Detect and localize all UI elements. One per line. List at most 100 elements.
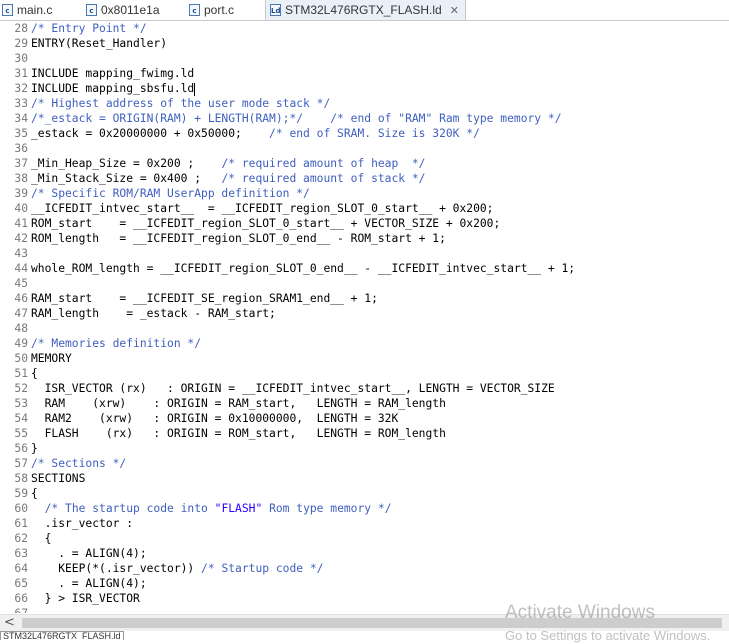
horizontal-scrollbar[interactable]: <	[0, 614, 729, 632]
code-text: _Min_Stack_Size = 0x400 ; /* required am…	[31, 171, 425, 186]
line-number: 39	[14, 187, 28, 200]
tab-label: port.c	[204, 3, 235, 17]
tab-label: 0x8011e1a	[101, 3, 160, 17]
line-number: 50	[14, 352, 28, 365]
line-number: 57	[14, 457, 28, 470]
code-comment: /* The startup code into	[44, 502, 215, 515]
bottom-editor-tab[interactable]: STM32L476RGTX_FLASH.ld	[0, 631, 124, 640]
c-file-icon: c	[2, 4, 13, 16]
editor-tab-bar: c main.c c 0x8011e1a c port.c Ld STM32L4…	[0, 0, 729, 21]
code-token: INCLUDE mapping_sbsfu.ld	[31, 82, 195, 95]
code-token: INCLUDE mapping_fwimg.ld	[31, 67, 195, 80]
code-comment: Rom type memory */	[262, 502, 392, 515]
line-number: 53	[14, 397, 28, 410]
code-token: RAM_start = __ICFEDIT_SE_region_SRAM1_en…	[31, 292, 378, 305]
tab-0x8011e1a[interactable]: c 0x8011e1a	[86, 0, 160, 20]
code-text: KEEP(*(.isr_vector)) /* Startup code */	[31, 561, 323, 576]
tab-label: main.c	[17, 3, 53, 17]
scroll-left-icon[interactable]: <	[4, 615, 15, 631]
code-token: } > ISR_VECTOR	[31, 592, 140, 605]
code-text: __ICFEDIT_intvec_start__ = __ICFEDIT_reg…	[31, 201, 494, 216]
c-file-icon: c	[189, 4, 200, 16]
line-number: 55	[14, 427, 28, 440]
scrollbar-thumb[interactable]	[22, 618, 722, 628]
tab-port-c[interactable]: c port.c	[189, 0, 234, 20]
code-token: SECTIONS	[31, 472, 86, 485]
line-number: 44	[14, 262, 28, 275]
tab-stm32l476rgtx-flash-ld[interactable]: Ld STM32L476RGTX_FLASH.ld ✕	[265, 0, 466, 20]
code-comment: /* required amount of heap */	[221, 157, 426, 170]
bottom-tab-strip: STM32L476RGTX_FLASH.ld	[0, 631, 729, 640]
code-comment: /* Sections */	[31, 457, 127, 470]
line-number: 42	[14, 232, 28, 245]
code-text: {	[31, 366, 38, 381]
line-number: 29	[14, 37, 28, 50]
code-comment: /* Startup code */	[201, 562, 324, 575]
line-number: 51	[14, 367, 28, 380]
code-text: }	[31, 441, 38, 456]
code-token: _Min_Stack_Size = 0x400 ;	[31, 172, 222, 185]
code-text: {	[31, 486, 38, 501]
code-token: ROM_length = __ICFEDIT_region_SLOT_0_end…	[31, 232, 446, 245]
code-token: FLASH (rx) : ORIGIN = ROM_start, LENGTH …	[31, 427, 446, 440]
code-token: .isr_vector :	[31, 517, 134, 530]
line-number: 60	[14, 502, 28, 515]
code-text: . = ALIGN(4);	[31, 576, 147, 591]
line-number: 61	[14, 517, 28, 530]
code-text: SECTIONS	[31, 471, 85, 486]
code-string: "FLASH"	[214, 502, 263, 515]
code-text: INCLUDE mapping_sbsfu.ld	[31, 81, 196, 96]
line-number: 38	[14, 172, 28, 185]
code-token: KEEP(*(.isr_vector))	[31, 562, 202, 575]
code-comment: /*_estack = ORIGIN(RAM) + LENGTH(RAM);*/…	[31, 112, 562, 125]
code-text: {	[31, 531, 52, 546]
line-number: 31	[14, 67, 28, 80]
line-number: 34	[14, 112, 28, 125]
code-token: {	[31, 367, 38, 380]
code-text: _Min_Heap_Size = 0x200 ; /* required amo…	[31, 156, 425, 171]
line-number: 49	[14, 337, 28, 350]
line-number: 58	[14, 472, 28, 485]
code-comment: /* Memories definition */	[31, 337, 202, 350]
code-text: /* The startup code into "FLASH" Rom typ…	[31, 501, 392, 516]
close-tab-icon[interactable]: ✕	[450, 4, 459, 17]
code-text: RAM2 (xrw) : ORIGIN = 0x10000000, LENGTH…	[31, 411, 399, 426]
code-text: RAM_start = __ICFEDIT_SE_region_SRAM1_en…	[31, 291, 378, 306]
line-number: 66	[14, 592, 28, 605]
line-number: 48	[14, 322, 28, 335]
code-token: . = ALIGN(4);	[31, 577, 147, 590]
code-token: RAM_length = _estack - RAM_start;	[31, 307, 276, 320]
code-text: RAM (xrw) : ORIGIN = RAM_start, LENGTH =…	[31, 396, 446, 411]
code-token: }	[31, 442, 38, 455]
code-text: MEMORY	[31, 351, 72, 366]
code-token: whole_ROM_length = __ICFEDIT_region_SLOT…	[31, 262, 576, 275]
line-number: 59	[14, 487, 28, 500]
line-number: 30	[14, 52, 28, 65]
line-number: 45	[14, 277, 28, 290]
code-text: /* Highest address of the user mode stac…	[31, 96, 330, 111]
code-token: {	[31, 532, 52, 545]
code-text: /* Specific ROM/RAM UserApp definition *…	[31, 186, 310, 201]
line-number: 46	[14, 292, 28, 305]
code-text: FLASH (rx) : ORIGIN = ROM_start, LENGTH …	[31, 426, 446, 441]
code-text: ISR_VECTOR (rx) : ORIGIN = __ICFEDIT_int…	[31, 381, 555, 396]
code-text: . = ALIGN(4);	[31, 546, 146, 561]
tab-main-c[interactable]: c main.c	[2, 0, 52, 20]
code-token: ENTRY(Reset_Handler)	[31, 37, 168, 50]
code-token: RAM (xrw) : ORIGIN = RAM_start, LENGTH =…	[31, 397, 446, 410]
code-editor[interactable]: 28/* Entry Point */29 ENTRY(Reset_Handler…	[0, 21, 729, 613]
code-text: ENTRY(Reset_Handler)	[31, 36, 167, 51]
code-text: RAM_length = _estack - RAM_start;	[31, 306, 276, 321]
code-text: _estack = 0x20000000 + 0x50000; /* end o…	[31, 126, 480, 141]
code-token: ISR_VECTOR (rx) : ORIGIN = __ICFEDIT_int…	[31, 382, 555, 395]
line-number: 62	[14, 532, 28, 545]
code-comment: /* required amount of stack */	[221, 172, 426, 185]
line-number: 47	[14, 307, 28, 320]
line-number: 63	[14, 547, 28, 560]
code-text: ROM_start = __ICFEDIT_region_SLOT_0_star…	[31, 216, 500, 231]
code-text: .isr_vector :	[31, 516, 133, 531]
code-text: /* Sections */	[31, 456, 126, 471]
line-number: 33	[14, 97, 28, 110]
code-token: _estack = 0x20000000 + 0x50000;	[31, 127, 270, 140]
